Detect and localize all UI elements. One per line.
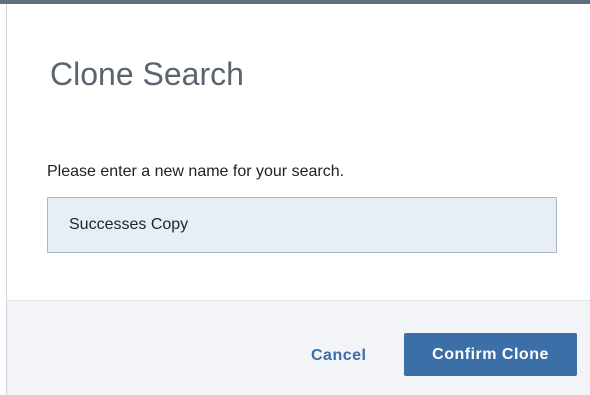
dialog-title: Clone Search bbox=[50, 56, 244, 92]
screen: Clone Search Please enter a new name for… bbox=[0, 0, 590, 395]
cancel-button[interactable]: Cancel bbox=[307, 343, 370, 369]
confirm-clone-button[interactable]: Confirm Clone bbox=[404, 333, 577, 376]
dialog-footer: Cancel Confirm Clone bbox=[7, 300, 590, 395]
clone-search-dialog: Clone Search Please enter a new name for… bbox=[6, 4, 590, 395]
search-name-input[interactable] bbox=[47, 197, 557, 253]
instruction-text: Please enter a new name for your search. bbox=[47, 163, 345, 180]
